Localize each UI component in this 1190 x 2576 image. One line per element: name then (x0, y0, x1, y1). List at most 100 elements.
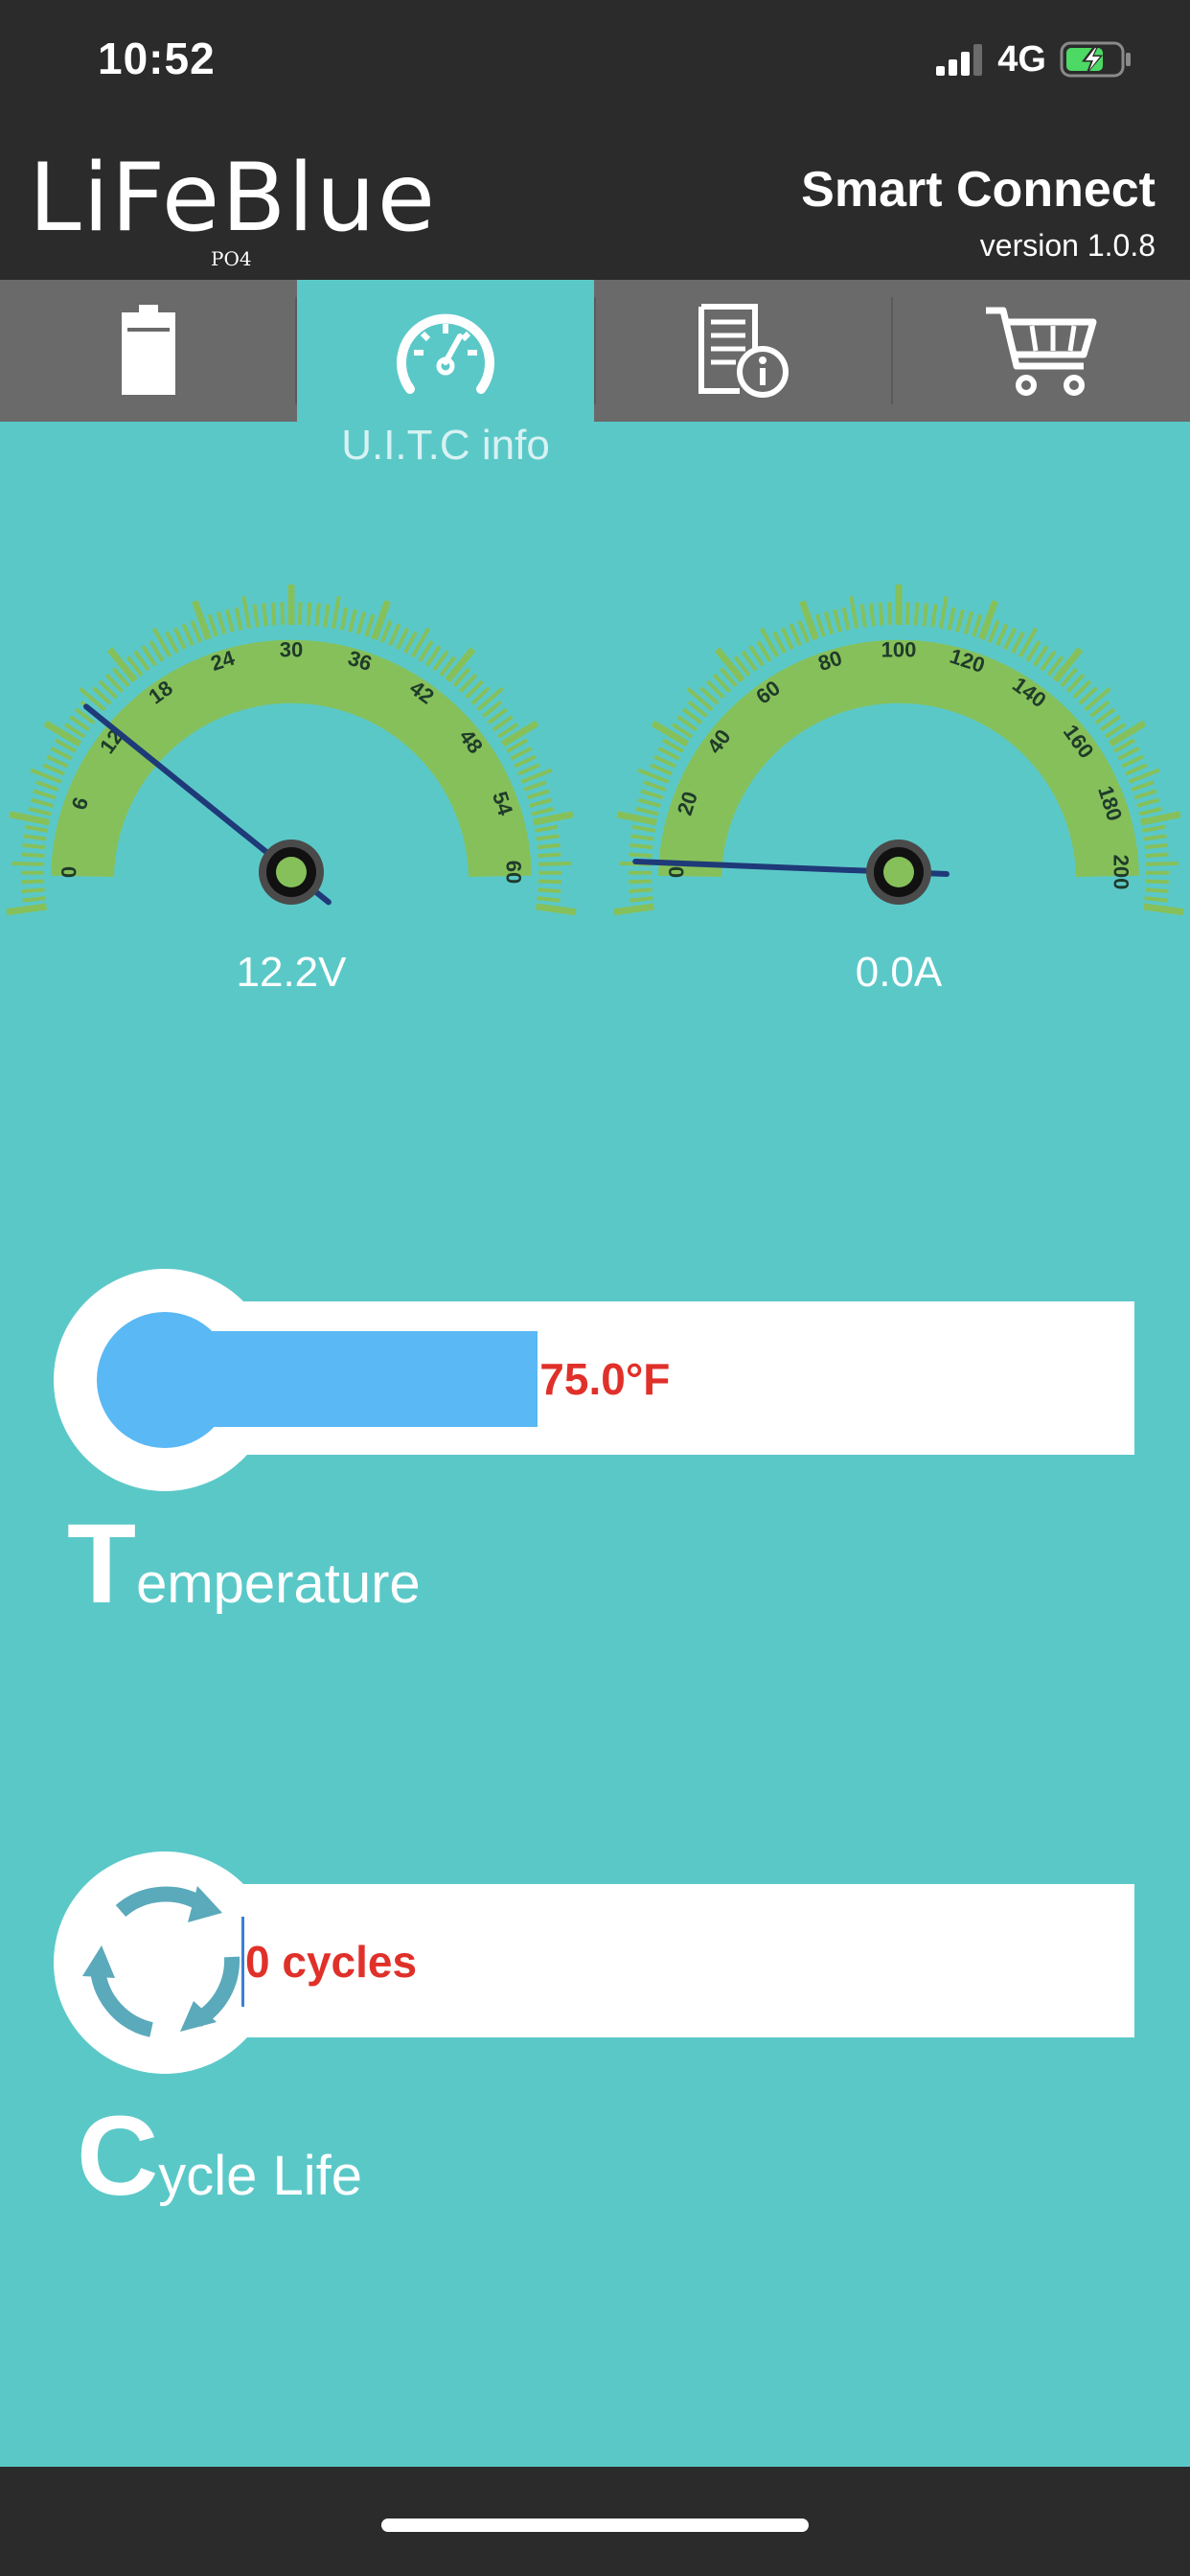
gauge-tick (537, 842, 561, 850)
gauge-tick (270, 602, 277, 626)
gauge-tick (24, 824, 48, 833)
gauge-tick (1142, 824, 1166, 833)
gauge-tick (538, 861, 571, 866)
gauge-tick (22, 842, 46, 850)
gauge-tick (780, 627, 794, 650)
cycle-life-value: 0 cycles (245, 1937, 418, 1987)
gauge-tick (913, 602, 920, 626)
gauge-tick (241, 595, 252, 630)
gauge-tick (225, 609, 235, 632)
gauge-tick (640, 789, 664, 800)
gauge-tick (536, 903, 577, 916)
gauge-tick (33, 789, 57, 800)
logo-text: LiFeBlue (29, 144, 437, 253)
temperature-label-initial: T (67, 1501, 137, 1627)
temperature-section: 75.0°F Temperature (54, 1269, 1136, 1627)
gauge-tick (526, 789, 550, 800)
gauge-tick-label: 0 (665, 866, 689, 878)
gauge-tick (869, 603, 876, 627)
tab-bar (0, 280, 1190, 422)
gauge-tick (533, 811, 574, 826)
gauge-tick (523, 780, 547, 793)
home-indicator[interactable] (381, 2518, 809, 2532)
tab-shop[interactable] (893, 280, 1190, 422)
gauge-tick (878, 602, 884, 626)
tab-caption: U.I.T.C info (341, 422, 550, 469)
gauge-tick (1084, 686, 1111, 712)
gauge-tick (1133, 789, 1157, 800)
gauge-tick (476, 686, 504, 712)
gauge-tick (651, 720, 690, 748)
status-time: 10:52 (98, 34, 216, 83)
gauge-tick (306, 602, 312, 626)
tab-battery[interactable] (0, 280, 297, 422)
gauge-tick (629, 896, 653, 903)
gauge-tick (686, 686, 714, 712)
gauge-tick (531, 806, 555, 816)
cycle-life-label-rest: ycle Life (158, 2145, 362, 2207)
gauge-tick (216, 610, 227, 635)
gauge-tick (1117, 746, 1140, 761)
cycle-life-section: 0 cycles Cycle Life (54, 1852, 1136, 2220)
gauge-tick (172, 627, 187, 650)
gauge-tick (859, 604, 867, 628)
gauge-tick (1131, 780, 1155, 793)
gauge-tick (972, 613, 983, 637)
gauge-tick-label: 100 (881, 638, 917, 662)
gauge-tick (1145, 861, 1179, 866)
gauge-tick (637, 797, 661, 808)
gauge-tick (23, 834, 47, 841)
gauge-tick (30, 797, 54, 808)
gauge-tick-label: 30 (280, 638, 303, 662)
gauge-tick (1052, 647, 1084, 683)
gauge-tick (1145, 879, 1169, 885)
gauge-tick (1144, 842, 1168, 850)
gauge-tick (930, 604, 938, 628)
gauge-tick (1138, 806, 1162, 816)
app-version: version 1.0.8 (979, 228, 1156, 263)
gauge-tick (106, 647, 138, 683)
gauge-tick (348, 609, 357, 632)
gauge-tick (1136, 797, 1160, 808)
gauge-tick (797, 619, 811, 643)
gauge-tick (714, 647, 745, 683)
gauge-tick (50, 746, 73, 761)
speedometer-icon (397, 313, 494, 394)
gauge-tick (938, 595, 949, 630)
shopping-cart-icon (986, 307, 1097, 396)
temperature-label-rest: emperature (136, 1552, 421, 1615)
gauge-tick (653, 754, 676, 769)
gauge-tick-label: 200 (1110, 855, 1133, 890)
status-indicators: 4G (936, 38, 1133, 80)
gauge-tick (1143, 834, 1167, 841)
gauge-tick (517, 763, 540, 776)
gauge-tick (657, 746, 680, 761)
gauge-tick (841, 607, 851, 631)
gauge-tick (21, 852, 45, 859)
network-label: 4G (997, 38, 1046, 80)
gauge-tick (849, 595, 859, 630)
gauge-tick (1011, 631, 1025, 654)
gauge-tick (631, 824, 655, 833)
voltage-value: 12.2V (236, 949, 347, 996)
gauge-tick (995, 623, 1009, 647)
gauge-tick (314, 603, 321, 627)
gauge-tick (538, 852, 561, 859)
gauge-tick (500, 720, 539, 748)
gauge-tick (629, 887, 652, 894)
temperature-value: 75.0°F (539, 1354, 671, 1404)
gauge-tick (28, 806, 52, 816)
gauge-tick (323, 604, 331, 628)
gauge-tick (789, 623, 802, 647)
gauge-tick (46, 754, 69, 769)
tab-documents[interactable] (595, 280, 892, 422)
gauge-tick (22, 896, 46, 903)
gauge-tick (165, 631, 179, 654)
gauge-tick (21, 887, 45, 894)
gauge-tick (445, 647, 476, 683)
gauge-tick (1125, 763, 1148, 776)
tab-uitc-info[interactable] (297, 280, 594, 422)
cycle-life-label: Cycle Life (77, 2091, 362, 2221)
gauge-tick (529, 797, 553, 808)
gauge-tick (388, 623, 401, 647)
